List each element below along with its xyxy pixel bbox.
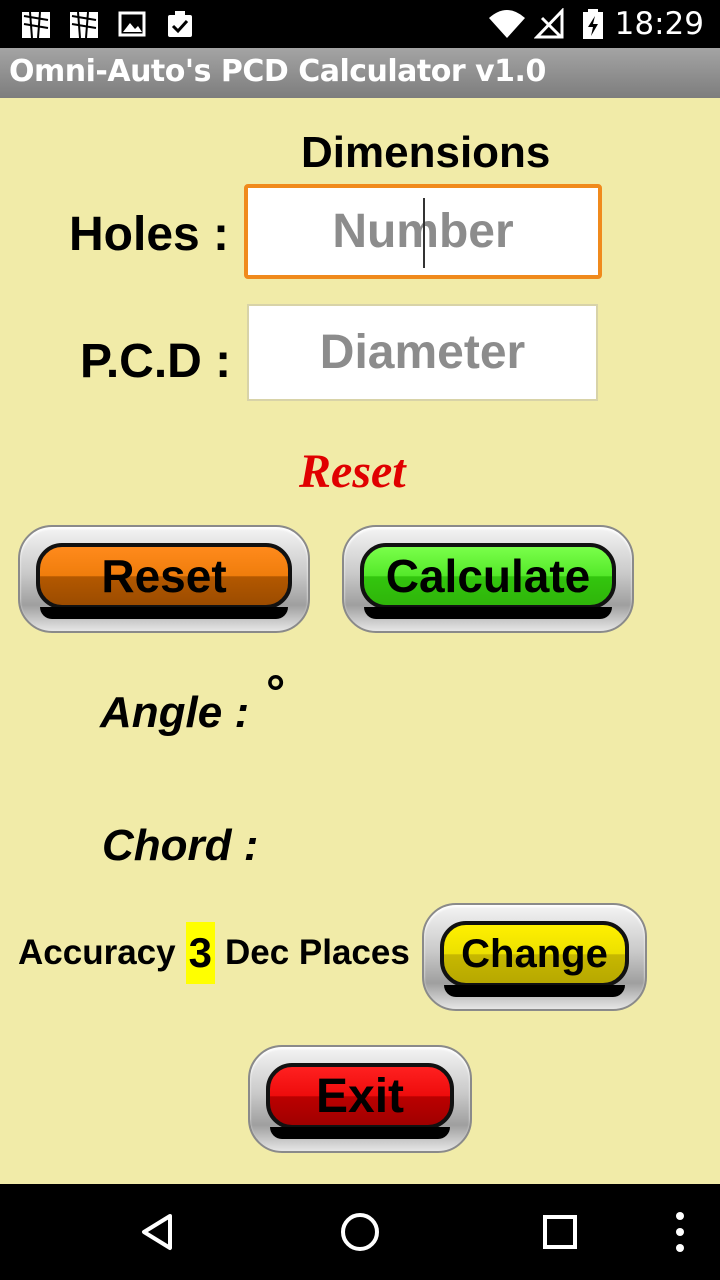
accuracy-row: Accuracy 3 Dec Places	[18, 922, 410, 984]
image-icon	[118, 11, 146, 37]
notification-icon	[70, 11, 98, 39]
degree-symbol: °	[266, 667, 286, 720]
notification-icon	[22, 11, 50, 39]
recents-icon[interactable]	[534, 1206, 586, 1258]
status-bar: 18:29	[0, 0, 720, 48]
status-text: Reset	[299, 445, 406, 498]
pcd-input-field[interactable]	[247, 304, 598, 401]
more-icon[interactable]	[654, 1206, 706, 1258]
exit-button-label: Exit	[266, 1063, 454, 1139]
angle-label: Angle :	[100, 688, 250, 737]
holes-input-field[interactable]	[244, 184, 602, 279]
text-cursor	[423, 198, 425, 268]
home-icon[interactable]	[334, 1206, 386, 1258]
pcd-label: P.C.D :	[80, 335, 232, 388]
accuracy-value: 3	[185, 922, 215, 984]
change-button-label: Change	[440, 921, 629, 997]
back-icon[interactable]	[134, 1206, 186, 1258]
chord-label: Chord :	[102, 821, 259, 870]
holes-label: Holes :	[69, 208, 230, 261]
wifi-icon	[489, 10, 525, 38]
dimensions-heading: Dimensions	[301, 128, 551, 177]
calculate-button-label: Calculate	[360, 543, 616, 619]
clipboard-check-icon	[168, 11, 192, 37]
accuracy-suffix: Dec Places	[224, 933, 410, 972]
pcd-input[interactable]	[249, 306, 596, 399]
no-signal-icon	[534, 8, 564, 39]
app-title-bar: Omni-Auto's PCD Calculator v1.0	[0, 48, 720, 98]
navigation-bar	[0, 1184, 720, 1280]
clock: 18:29	[614, 6, 704, 42]
calculate-button[interactable]: Calculate	[342, 525, 634, 633]
exit-button[interactable]: Exit	[248, 1045, 472, 1153]
battery-charging-icon	[583, 9, 603, 39]
accuracy-prefix: Accuracy	[18, 933, 176, 972]
reset-button-label: Reset	[36, 543, 292, 619]
reset-button[interactable]: Reset	[18, 525, 310, 633]
app-title: Omni-Auto's PCD Calculator v1.0	[9, 54, 546, 89]
change-button[interactable]: Change	[422, 903, 647, 1011]
